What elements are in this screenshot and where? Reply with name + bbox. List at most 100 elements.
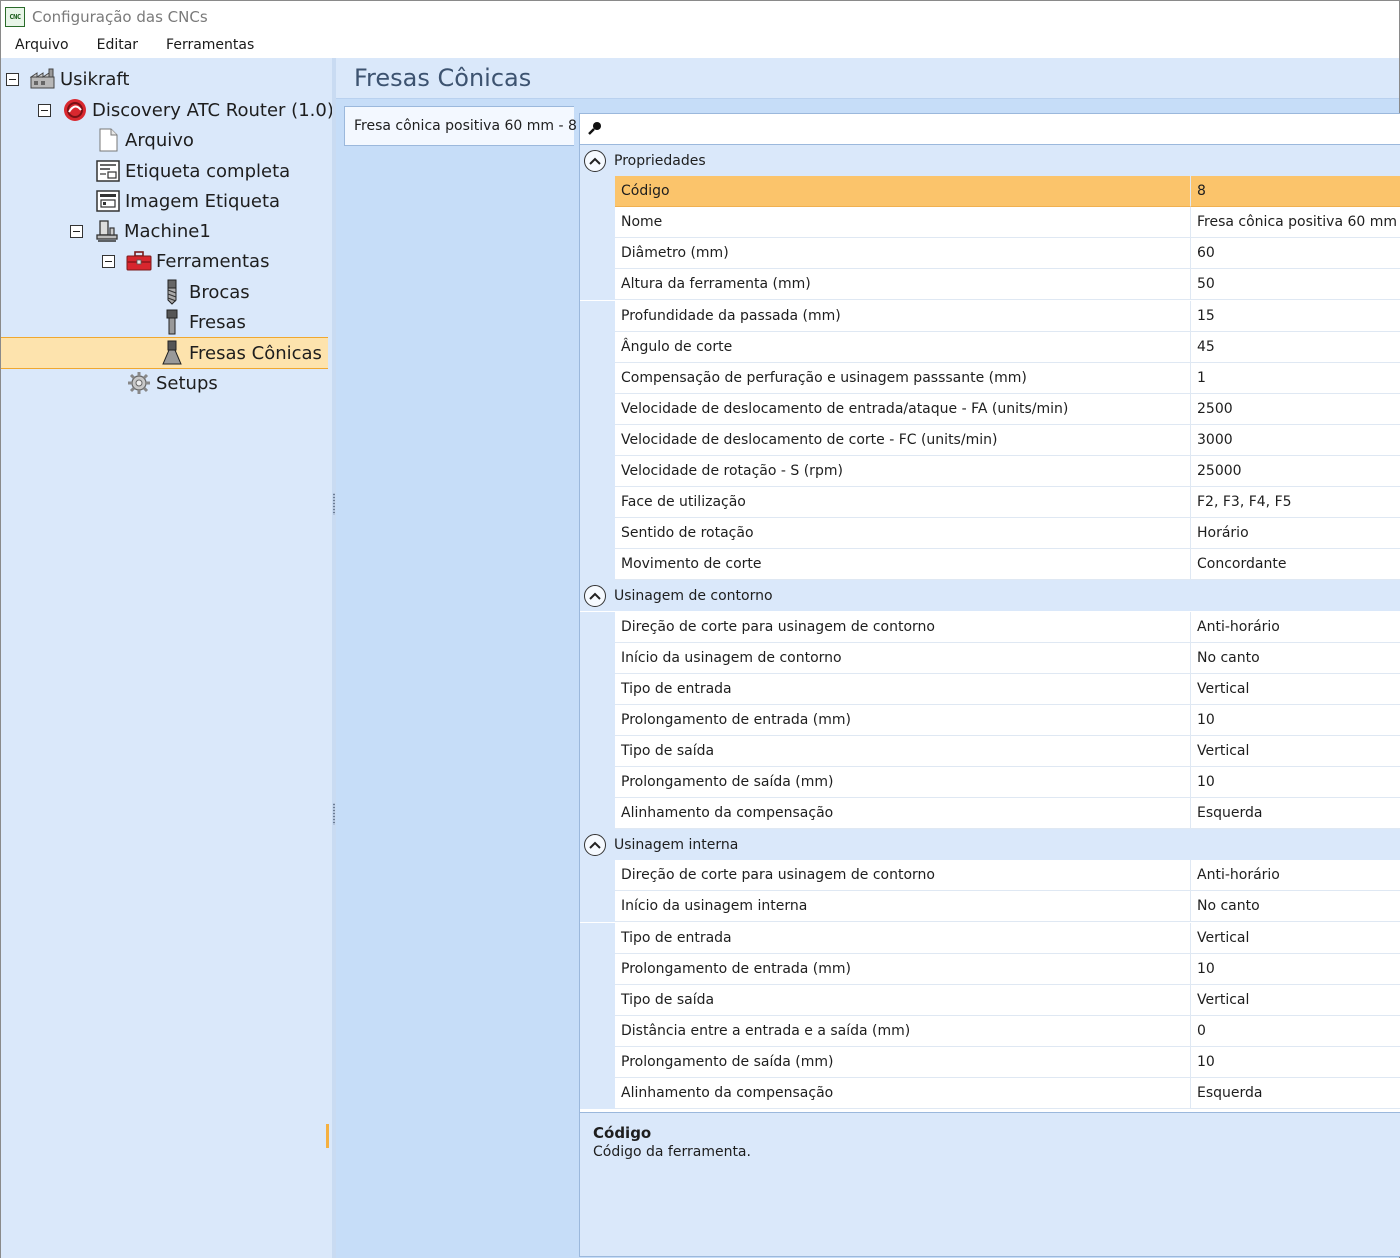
property-row[interactable]: Altura da ferramenta (mm) 50 [580,269,1400,300]
menu-arquivo[interactable]: Arquivo [1,37,83,53]
tree-node-etiqueta-completa[interactable]: Etiqueta completa [95,156,290,186]
property-value[interactable]: Esquerda [1191,798,1400,829]
menu-ferramentas[interactable]: Ferramentas [152,37,268,53]
property-row[interactable]: Prolongamento de entrada (mm) 10 [580,705,1400,736]
property-name[interactable]: Início da usinagem de contorno [615,643,1191,674]
property-row[interactable]: Prolongamento de saída (mm) 10 [580,1047,1400,1078]
property-value[interactable]: Concordante [1191,549,1400,580]
property-name[interactable]: Velocidade de rotação - S (rpm) [615,456,1191,487]
property-value[interactable]: 1 [1191,363,1400,394]
property-name[interactable]: Tipo de entrada [615,923,1191,954]
collapse-toggle-icon[interactable] [6,72,19,86]
property-row[interactable]: Tipo de entrada Vertical [580,923,1400,954]
property-name[interactable]: Velocidade de deslocamento de entrada/at… [615,394,1191,425]
property-row[interactable]: Velocidade de deslocamento de entrada/at… [580,394,1400,425]
tree-node-discovery-router[interactable]: Discovery ATC Router (1.0) [38,95,334,125]
collapse-toggle-icon[interactable] [102,254,115,268]
property-name[interactable]: Sentido de rotação [615,518,1191,549]
property-name[interactable]: Prolongamento de entrada (mm) [615,954,1191,985]
tab-fresa-conica[interactable]: Fresa cônica positiva 60 mm - 8 [344,106,577,146]
property-value[interactable]: 25000 [1191,456,1400,487]
tree-node-setups[interactable]: Setups [126,368,218,398]
property-row[interactable]: Diâmetro (mm) 60 [580,238,1400,269]
property-name[interactable]: Diâmetro (mm) [615,238,1191,269]
collapse-chevron-icon[interactable] [584,833,606,856]
category-header[interactable]: Usinagem de contorno [580,580,1400,611]
property-name[interactable]: Prolongamento de saída (mm) [615,767,1191,798]
property-name[interactable]: Distância entre a entrada e a saída (mm) [615,1016,1191,1047]
property-row[interactable]: Início da usinagem interna No canto [580,891,1400,922]
property-row[interactable]: Início da usinagem de contorno No canto [580,643,1400,674]
property-name[interactable]: Movimento de corte [615,549,1191,580]
splitter-grip[interactable] [333,803,335,825]
property-name[interactable]: Prolongamento de saída (mm) [615,1047,1191,1078]
property-value[interactable]: 60 [1191,238,1400,269]
property-row[interactable]: Sentido de rotação Horário [580,518,1400,549]
property-row[interactable]: Tipo de saída Vertical [580,736,1400,767]
tree-node-usikraft[interactable]: Usikraft [6,64,130,94]
property-value[interactable]: Anti-horário [1191,860,1400,891]
property-value[interactable]: F2, F3, F4, F5 [1191,487,1400,518]
property-row[interactable]: Alinhamento da compensação Esquerda [580,1078,1400,1109]
property-row[interactable]: Tipo de saída Vertical [580,985,1400,1016]
property-value[interactable]: 10 [1191,1047,1400,1078]
search-icon[interactable] [588,120,602,139]
property-value[interactable]: 10 [1191,705,1400,736]
property-name[interactable]: Código [615,176,1191,207]
splitter-grip[interactable] [333,493,335,515]
property-value[interactable]: Vertical [1191,674,1400,705]
property-value[interactable]: Esquerda [1191,1078,1400,1109]
collapse-toggle-icon[interactable] [70,224,83,238]
property-value[interactable]: 10 [1191,767,1400,798]
tree-node-ferramentas[interactable]: Ferramentas [102,246,269,276]
property-row[interactable]: Velocidade de rotação - S (rpm) 25000 [580,456,1400,487]
property-value[interactable]: 45 [1191,332,1400,363]
property-value[interactable]: 8 [1191,176,1400,207]
property-row[interactable]: Face de utilização F2, F3, F4, F5 [580,487,1400,518]
collapse-toggle-icon[interactable] [38,103,51,117]
menu-editar[interactable]: Editar [83,37,152,53]
property-row[interactable]: Direção de corte para usinagem de contor… [580,860,1400,891]
category-header[interactable]: Propriedades [580,145,1400,176]
collapse-chevron-icon[interactable] [584,584,606,607]
property-row[interactable]: Compensação de perfuração e usinagem pas… [580,363,1400,394]
grid-search-bar[interactable] [580,114,1400,145]
property-name[interactable]: Tipo de entrada [615,674,1191,705]
property-name[interactable]: Profundidade da passada (mm) [615,301,1191,332]
property-row[interactable]: Velocidade de deslocamento de corte - FC… [580,425,1400,456]
property-row[interactable]: Nome Fresa cônica positiva 60 mm [580,207,1400,238]
property-name[interactable]: Início da usinagem interna [615,891,1191,922]
property-value[interactable]: Vertical [1191,923,1400,954]
property-value[interactable]: 0 [1191,1016,1400,1047]
property-row[interactable]: Profundidade da passada (mm) 15 [580,301,1400,332]
property-name[interactable]: Tipo de saída [615,736,1191,767]
collapse-chevron-icon[interactable] [584,149,606,172]
tree-node-fresas[interactable]: Fresas [159,307,246,337]
property-name[interactable]: Ângulo de corte [615,332,1191,363]
property-value[interactable]: 3000 [1191,425,1400,456]
property-row[interactable]: Direção de corte para usinagem de contor… [580,612,1400,643]
property-name[interactable]: Prolongamento de entrada (mm) [615,705,1191,736]
property-name[interactable]: Velocidade de deslocamento de corte - FC… [615,425,1191,456]
property-value[interactable]: Vertical [1191,985,1400,1016]
property-value[interactable]: No canto [1191,891,1400,922]
property-value[interactable]: 2500 [1191,394,1400,425]
tree-node-brocas[interactable]: Brocas [159,277,250,307]
property-name[interactable]: Nome [615,207,1191,238]
property-name[interactable]: Face de utilização [615,487,1191,518]
property-value[interactable]: No canto [1191,643,1400,674]
tree-node-machine1[interactable]: Machine1 [70,216,211,246]
property-row[interactable]: Movimento de corte Concordante [580,549,1400,580]
property-row[interactable]: Prolongamento de entrada (mm) 10 [580,954,1400,985]
property-name[interactable]: Compensação de perfuração e usinagem pas… [615,363,1191,394]
property-row[interactable]: Prolongamento de saída (mm) 10 [580,767,1400,798]
property-value[interactable]: Anti-horário [1191,612,1400,643]
property-row[interactable]: Código 8 [580,176,1400,207]
property-name[interactable]: Alinhamento da compensação [615,798,1191,829]
tree-node-fresas-conicas[interactable]: Fresas Cônicas [159,338,322,368]
property-row[interactable]: Alinhamento da compensação Esquerda [580,798,1400,829]
tree-node-arquivo[interactable]: Arquivo [95,125,194,155]
property-value[interactable]: 15 [1191,301,1400,332]
property-row[interactable]: Ângulo de corte 45 [580,332,1400,363]
property-value[interactable]: Horário [1191,518,1400,549]
